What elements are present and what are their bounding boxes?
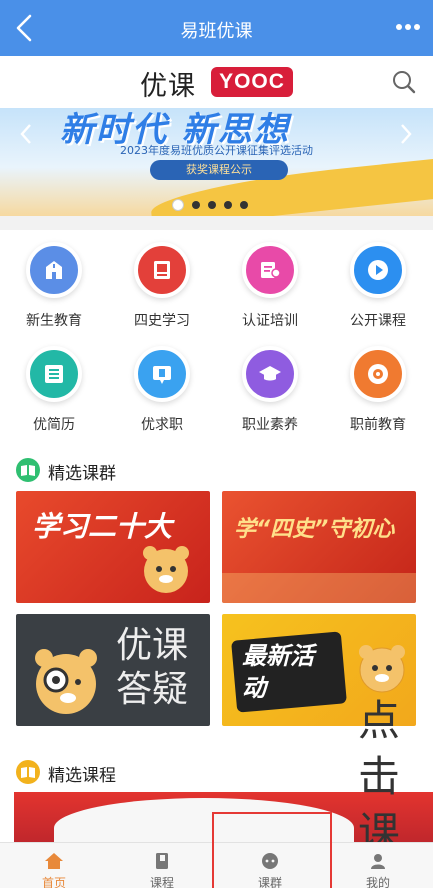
tap-highlight-box [212,812,332,888]
featured-groups-title: 精选课群 [48,464,116,484]
certificate-icon [242,242,298,298]
nav-item-label: 优求职 [141,417,183,433]
resume-icon [26,346,82,402]
nav-item-certification-training[interactable]: 认证培训 [220,238,320,334]
tab-home[interactable]: 首页 [4,843,104,888]
carousel-dot[interactable] [172,199,184,211]
open-book-icon [16,760,40,784]
section-divider [0,216,433,230]
card-title: 优课答疑 [116,625,189,710]
nav-item-label: 职业素养 [242,417,298,433]
nav-item-four-histories[interactable]: 四史学习 [112,238,212,334]
nav-item-open-courses[interactable]: 公开课程 [328,238,428,334]
bear-with-magnifier-icon [35,649,97,714]
brand-logo-text: 优课 [140,71,196,102]
job-icon [134,346,190,402]
nav-item-label: 认证培训 [242,313,298,329]
graduation-cap-icon [242,346,298,402]
card-title: 最新活动 [242,642,314,702]
bear-mascot-icon [359,645,405,693]
banner-subtitle: 2023年度易班优质公开课征集评选活动 [120,144,313,157]
carousel-dot[interactable] [192,201,200,209]
bear-mascot-icon [143,546,189,593]
tab-courses[interactable]: 课程 [112,843,212,888]
carousel-indicators [172,194,256,211]
page-title: 易班优课 [180,21,253,42]
feature-grid: 新生教育 四史学习 认证培训 公开课程 优简历 优求职 职业素养 职前教育 [0,238,433,438]
more-options-icon[interactable] [395,22,421,32]
open-book-icon [16,458,40,482]
brand-header: 优课 YOOC [0,56,433,108]
user-icon [371,854,385,869]
card-decoration [222,573,416,603]
banner-carousel[interactable]: 新时代 新思想 2023年度易班优质公开课征集评选活动 获奖课程公示 [0,108,433,216]
course-group-card[interactable]: 优课答疑 [16,614,210,726]
carousel-next-icon[interactable] [398,122,414,146]
nav-item-label: 职前教育 [350,417,406,433]
red-book-icon [134,242,190,298]
play-icon [350,242,406,298]
nav-item-resume[interactable]: 优简历 [4,342,104,438]
carousel-prev-icon[interactable] [18,122,34,146]
nav-item-freshman-education[interactable]: 新生教育 [4,238,104,334]
nav-item-job-search[interactable]: 优求职 [112,342,212,438]
nav-item-pre-employment[interactable]: 职前教育 [328,342,428,438]
banner-announcement-pill: 获奖课程公示 [150,160,288,180]
card-title: 学“四史”守初心 [234,517,395,542]
school-building-icon [26,242,82,298]
brand-logo-badge: YOOC [211,67,293,97]
nav-item-label: 新生教育 [26,313,82,329]
nav-item-label: 优简历 [33,417,75,433]
featured-courses-title: 精选课程 [48,766,116,786]
carousel-dot[interactable] [208,201,216,209]
nav-item-professional-quality[interactable]: 职业素养 [220,342,320,438]
nav-item-label: 公开课程 [350,313,406,329]
search-icon[interactable] [390,68,418,96]
course-group-card[interactable]: 学习二十大 [16,491,210,603]
book-icon [156,853,168,869]
carousel-dot[interactable] [240,201,248,209]
course-group-card[interactable]: 学“四史”守初心 [222,491,416,603]
camera-lens-icon [350,346,406,402]
top-navigation-bar: 易班优课 [0,0,433,56]
home-icon [45,853,63,869]
carousel-dot[interactable] [224,201,232,209]
nav-item-label: 四史学习 [134,313,190,329]
tab-me[interactable]: 我的 [328,843,428,888]
